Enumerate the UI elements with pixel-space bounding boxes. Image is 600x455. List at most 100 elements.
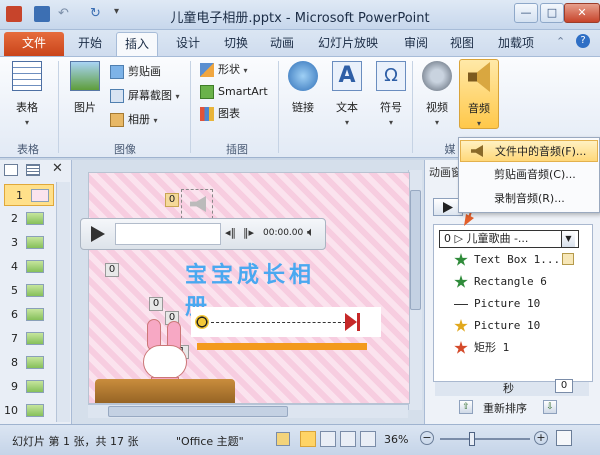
symbol-button[interactable]: Ω 符号 ▾ [370,59,412,129]
slide-hscrollbar[interactable] [88,404,408,418]
slide-thumbnail[interactable]: 8 [0,352,56,374]
slide-thumbnail-image [26,284,44,297]
ribbon-minimize-icon[interactable]: ⌃ [556,35,565,48]
outline-tab-icon[interactable] [26,164,40,176]
end-marker-icon [345,313,357,331]
slide-title[interactable]: 宝宝成长相册 [185,257,325,320]
animation-tag[interactable]: 0 [105,263,119,277]
slide-thumbnail[interactable]: 7 [0,328,56,350]
tab-design[interactable]: 设计 [168,32,208,56]
close-pane-icon[interactable]: ✕ [52,161,63,176]
slide-thumbnail[interactable]: 6 [0,304,56,326]
shapes-button[interactable]: 形状 ▾ [198,61,248,79]
picture-button[interactable]: 图片 [64,59,106,129]
audio-button[interactable]: 音频 ▾ [459,59,499,129]
tab-transitions[interactable]: 切换 [216,32,256,56]
slide-thumbnail[interactable]: 9 [0,376,56,398]
reading-view-icon[interactable] [340,431,356,447]
effect-icon [454,341,468,354]
slide-scroll-thumb[interactable] [410,190,421,310]
sorter-view-icon[interactable] [320,431,336,447]
text-button[interactable]: A 文本 ▾ [326,59,368,129]
tab-home[interactable]: 开始 [70,32,110,56]
menu-item-audio-from-file[interactable]: 文件中的音频(F)... [460,140,598,162]
tab-insert[interactable]: 插入 [116,32,159,56]
theme-name: "Office 主题" [176,435,244,448]
slide-thumbnail[interactable]: 5 [0,280,56,302]
animation-item[interactable]: Rectangle 6 [454,272,547,292]
slide-thumbnail[interactable]: 10 [0,400,56,422]
slide-thumbnail[interactable]: 1 [4,184,54,206]
table-button[interactable]: 表格 ▾ [6,59,48,129]
close-button[interactable]: ✕ [564,3,600,23]
animation-item[interactable]: Text Box 1... [454,250,560,270]
audio-object[interactable] [181,189,213,219]
player-time: 00:00.00 [263,228,304,238]
minimize-button[interactable]: — [514,3,538,23]
album-button[interactable]: 相册 ▾ [108,111,158,129]
audio-dropdown-menu: 文件中的音频(F)... 剪贴画音频(C)... 录制音频(R)... [458,137,600,213]
video-button[interactable]: 视频 ▾ [416,59,458,129]
group-label-media: 媒 [444,143,456,156]
slides-tab-icon[interactable] [4,164,18,176]
maximize-button[interactable]: □ [540,3,564,23]
slide-scrollbar[interactable] [408,170,422,410]
move-down-icon[interactable]: ⇩ [543,400,557,414]
animation-item[interactable]: 矩形 1 [454,338,509,358]
smartart-button[interactable]: SmartArt [198,83,268,101]
ribbon-tabs: 文件 开始 插入 设计 切换 动画 幻灯片放映 审阅 视图 加载项 ⌃ ? [0,30,600,56]
slide-thumbnail-image [26,236,44,249]
slide-thumbnail-image [26,356,44,369]
animation-tag[interactable]: 0 [149,297,163,311]
tab-view[interactable]: 视图 [442,32,482,56]
chart-button[interactable]: 图表 [198,105,240,123]
clipart-button[interactable]: 剪贴画 [108,63,161,81]
volume-icon[interactable]: 🔈︎ [307,225,315,240]
fit-to-window-icon[interactable] [556,430,572,446]
chart-icon [200,107,214,121]
seek-forward-icon[interactable]: ‖▸ [243,226,254,239]
tab-file[interactable]: 文件 [4,32,64,56]
slideshow-view-icon[interactable] [360,431,376,447]
zoom-in-icon[interactable]: + [534,431,548,445]
audio-seek-bar[interactable] [115,223,221,245]
animation-item-label: Text Box 1... [474,253,561,266]
link-button[interactable]: 链接 [282,59,324,129]
zoom-slider-thumb[interactable] [469,432,476,446]
tab-addins[interactable]: 加载项 [490,32,542,56]
slide-hscroll-thumb[interactable] [108,406,288,417]
album-icon [110,113,124,127]
spellcheck-icon[interactable] [276,432,290,446]
zoom-slider[interactable] [440,438,530,440]
menu-item-record-audio[interactable]: 录制音频(R)... [460,188,598,210]
tab-review[interactable]: 审阅 [396,32,436,56]
move-up-icon[interactable]: ⇧ [459,400,473,414]
group-label-tables: 表格 [17,143,39,156]
slide-number: 5 [11,284,18,297]
effect-icon [454,253,468,266]
normal-view-icon[interactable] [300,431,316,447]
tab-animations[interactable]: 动画 [262,32,302,56]
seconds-input[interactable]: 0 [555,379,573,393]
slides-scrollbar[interactable] [56,182,70,422]
screenshot-button[interactable]: 屏幕截图 ▾ [108,87,180,105]
animation-item[interactable]: Picture 10 [454,316,540,336]
status-bar: 幻灯片 第 1 张，共 17 张 "Office 主题" 36% − + [0,424,600,455]
menu-item-clipart-audio[interactable]: 剪贴画音频(C)... [460,164,598,186]
animation-item[interactable]: Picture 10 [454,294,540,314]
play-icon[interactable] [91,226,105,242]
help-icon[interactable]: ? [576,34,590,48]
zoom-out-icon[interactable]: − [420,431,434,445]
slide-thumbnail[interactable]: 2 [0,208,56,230]
seek-back-icon[interactable]: ◂‖ [225,226,236,239]
timeline-object[interactable] [191,307,381,337]
chevron-down-icon[interactable]: ▼ [561,231,575,247]
tab-slideshow[interactable]: 幻灯片放映 [310,32,386,56]
slide-thumbnail[interactable]: 4 [0,256,56,278]
fence-image [95,379,235,403]
slide-thumbnail[interactable]: 3 [0,232,56,254]
slide-canvas[interactable]: 0 宝宝成长相册 0 0 0 1 [88,172,410,404]
timing-bar [562,253,574,265]
animation-tag[interactable]: 0 [165,193,179,207]
zoom-level[interactable]: 36% [384,433,408,446]
